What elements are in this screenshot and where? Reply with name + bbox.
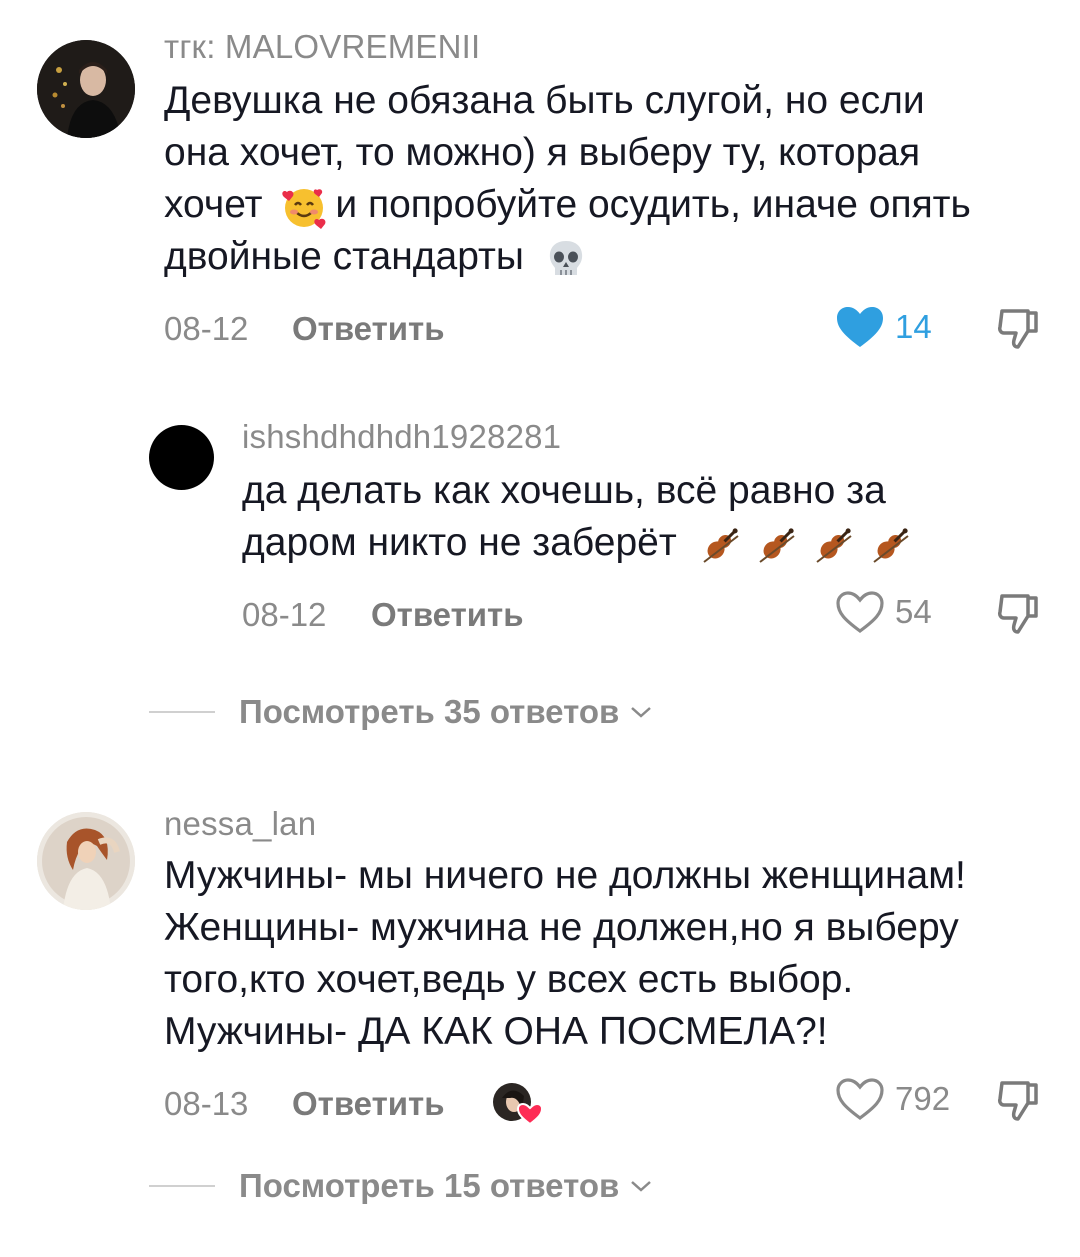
chevron-down-icon <box>631 707 652 718</box>
avatar[interactable] <box>37 812 135 910</box>
like-button[interactable]: 54 <box>835 590 932 634</box>
avatar[interactable] <box>149 425 214 490</box>
comment-line: Мужчины- ДА КАК ОНА ПОСМЕЛА?! <box>164 1010 828 1053</box>
violin-emojis <box>698 521 915 564</box>
smiling-face-with-hearts-icon <box>282 188 326 229</box>
divider <box>149 711 215 713</box>
like-button[interactable]: 14 <box>835 305 932 349</box>
avatar[interactable] <box>37 40 135 138</box>
comment-line: да делать как хочешь, всё равно за <box>242 469 886 512</box>
comment-username[interactable]: ishshdhdhdh1928281 <box>242 418 561 456</box>
comment-date: 08-12 <box>164 310 249 347</box>
reply-button[interactable]: Ответить <box>371 596 524 634</box>
reply-button[interactable]: Ответить <box>292 1085 445 1123</box>
view-replies-button[interactable]: Посмотреть 15 ответов <box>149 1167 653 1205</box>
violin-icon <box>816 528 852 563</box>
comment-line-part: и попробуйте осудить, иначе опять <box>335 183 971 226</box>
thumbs-down-icon[interactable] <box>996 305 1042 351</box>
divider <box>149 1185 215 1187</box>
comment-line: Мужчины- мы ничего не должны женщинам! <box>164 854 966 897</box>
heart-outline-icon <box>836 591 884 633</box>
comment-line-part: даром никто не заберёт <box>242 521 677 564</box>
comment-line-part: двойные стандарты <box>164 235 524 278</box>
comment-text: да делать как хочешь, всё равно за даром… <box>242 465 1042 569</box>
view-replies-label: Посмотреть 15 ответов <box>239 1167 620 1204</box>
avatar-photo <box>37 40 135 138</box>
comment-text: Девушка не обязана быть слугой, но если … <box>164 75 1044 283</box>
comment-text: Мужчины- мы ничего не должны женщинам! Ж… <box>164 850 1044 1058</box>
view-replies-button[interactable]: Посмотреть 35 ответов <box>149 693 653 731</box>
comment-username[interactable]: тгк: MALOVREMENII <box>164 28 480 66</box>
view-replies-label: Посмотреть 35 ответов <box>239 693 620 730</box>
creator-liked-badge <box>492 1080 544 1126</box>
comment-line: Девушка не обязана быть слугой, но если <box>164 79 925 122</box>
violin-icon <box>873 528 909 563</box>
heart-icon <box>837 307 883 347</box>
comment-line: хочет и попробуйте осудить, иначе опять <box>164 179 1044 231</box>
like-count: 54 <box>895 593 932 630</box>
creator-avatar-icon <box>493 1083 544 1126</box>
comment-username[interactable]: nessa_lan <box>164 805 316 843</box>
heart-outline-icon <box>836 1078 884 1120</box>
chevron-down-icon <box>631 1181 652 1192</box>
like-button[interactable]: 792 <box>835 1077 950 1121</box>
violin-icon <box>702 528 739 563</box>
comment-date: 08-13 <box>164 1085 249 1122</box>
comment-line: Женщины- мужчина не должен,но я выберу <box>164 906 959 949</box>
avatar-photo <box>37 812 135 910</box>
comment-line-part: хочет <box>164 183 263 226</box>
skull-icon <box>549 240 582 275</box>
comment-line: даром никто не заберёт <box>242 517 1042 569</box>
like-count: 792 <box>895 1080 951 1117</box>
comment-line: двойные стандарты <box>164 231 1044 283</box>
comment-line: того,кто хочет,ведь у всех есть выбор. <box>164 958 854 1001</box>
comment-line: она хочет, то можно) я выберу ту, котора… <box>164 131 921 174</box>
reply-button[interactable]: Ответить <box>292 310 445 348</box>
like-count: 14 <box>895 308 932 345</box>
comment-date: 08-12 <box>242 596 327 633</box>
thumbs-down-icon[interactable] <box>996 1077 1042 1123</box>
violin-icon <box>759 528 796 563</box>
thumbs-down-icon[interactable] <box>996 590 1042 636</box>
